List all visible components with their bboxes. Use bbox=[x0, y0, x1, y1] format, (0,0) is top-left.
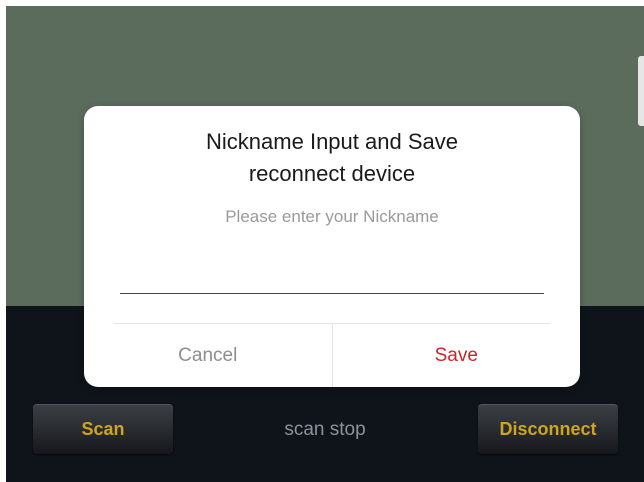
nickname-input[interactable] bbox=[120, 256, 544, 294]
scrollbar[interactable] bbox=[638, 56, 644, 126]
disconnect-button[interactable]: Disconnect bbox=[478, 404, 618, 454]
control-bar: Scan scan stop Disconnect bbox=[6, 404, 644, 454]
dialog-button-row: Cancel Save bbox=[84, 324, 580, 387]
save-button[interactable]: Save bbox=[333, 324, 581, 387]
dialog-message: Please enter your Nickname bbox=[225, 207, 439, 226]
nickname-dialog: Nickname Input and Save reconnect device… bbox=[84, 106, 580, 387]
dialog-title-line-2: reconnect device bbox=[248, 161, 416, 186]
app-screen: Scan scan stop Disconnect Nickname Input… bbox=[6, 6, 644, 482]
dialog-title: Nickname Input and Save reconnect device bbox=[84, 126, 580, 190]
dialog-title-line-1: Nickname Input and Save bbox=[206, 129, 458, 154]
cancel-button[interactable]: Cancel bbox=[84, 324, 332, 387]
